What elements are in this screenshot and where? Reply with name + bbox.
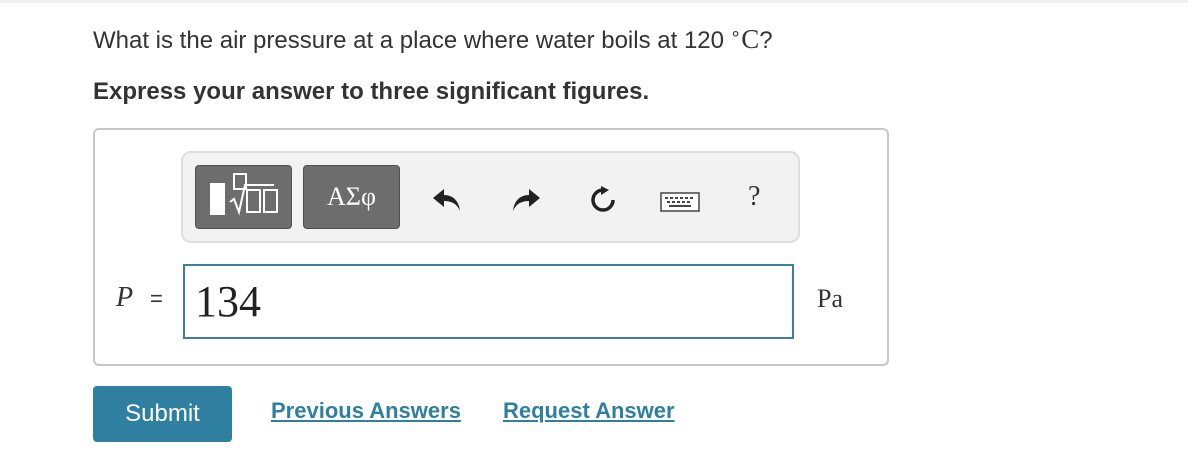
undo-button[interactable] [430,186,464,214]
question-text: What is the air pressure at a place wher… [93,23,773,55]
equals-sign: = [150,286,163,311]
answer-input[interactable] [183,264,794,339]
redo-button[interactable] [509,186,543,214]
reset-icon [591,186,615,212]
unit-label: Pa [817,284,843,313]
request-answer-link[interactable]: Request Answer [503,398,675,424]
redo-icon [513,189,540,211]
top-divider [0,0,1188,3]
undo-icon [433,189,460,211]
help-button[interactable]: ? [748,181,760,213]
degree-symbol: ∘ [729,23,742,43]
previous-answers-link[interactable]: Previous Answers [271,398,461,424]
temperature-unit: C [741,24,760,54]
instruction-text: Express your answer to three significant… [93,78,650,105]
templates-button[interactable] [195,165,292,229]
keyboard-button[interactable] [660,191,700,213]
question-main: What is the air pressure at a place wher… [93,27,724,54]
reset-button[interactable] [588,185,618,215]
keyboard-icon [660,192,700,212]
variable-label: P [116,282,134,313]
submit-button[interactable]: Submit [93,386,232,442]
question-mark: ? [759,27,773,54]
templates-sqrt-icon [210,173,278,216]
greek-symbols-button[interactable]: ΑΣφ [303,165,400,229]
